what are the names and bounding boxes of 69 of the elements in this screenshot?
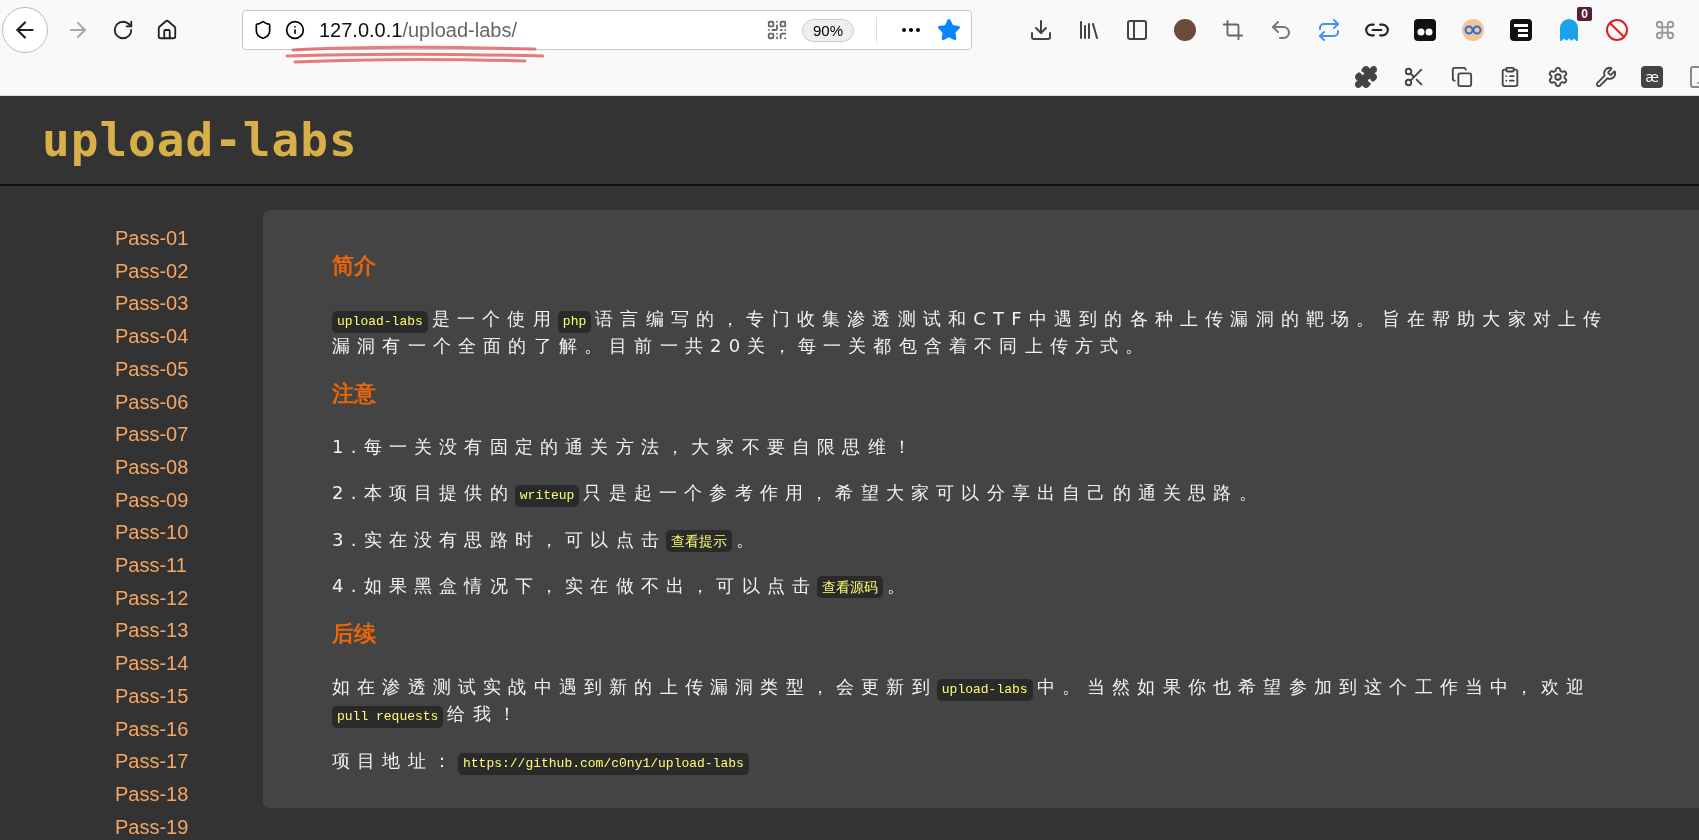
- pass-link[interactable]: Pass-13: [115, 614, 189, 648]
- section-heading: 注意: [332, 380, 377, 408]
- pass-link[interactable]: Pass-14: [115, 647, 189, 680]
- paragraph-text: 项目地址：: [332, 750, 458, 771]
- hint-button[interactable]: 查看源码: [817, 576, 884, 598]
- pass-link[interactable]: Pass-16: [115, 712, 189, 746]
- code-snippet: upload-labs: [936, 679, 1033, 701]
- site-logo[interactable]: upload-labs: [42, 113, 358, 167]
- ae-button[interactable]: æ: [1641, 66, 1663, 88]
- back-button[interactable]: [2, 7, 48, 53]
- pass-link[interactable]: Pass-11: [115, 549, 187, 582]
- download-icon[interactable]: [1028, 17, 1054, 43]
- pass-link[interactable]: Pass-05: [115, 352, 189, 386]
- pass-link[interactable]: Pass-15: [115, 679, 189, 713]
- badge-count: 0: [1577, 7, 1592, 21]
- paragraph-text: 1.每一关没有固定的通关方法，大家不要自限思维！: [332, 436, 918, 457]
- star-icon[interactable]: [937, 18, 961, 42]
- zoom-level[interactable]: 90%: [801, 18, 854, 42]
- paragraph-text: 。: [887, 575, 913, 596]
- pass-link[interactable]: Pass-09: [115, 483, 189, 517]
- paragraph-text: 2.本项目提供的: [332, 482, 515, 503]
- pass-link[interactable]: Pass-04: [115, 320, 189, 353]
- paragraph-text: 如在渗透测试实战中遇到新的上传漏洞类型，会更新到: [332, 676, 937, 697]
- pass-link[interactable]: Pass-06: [115, 385, 189, 419]
- address-bar[interactable]: 127.0.0.1/upload-labs/ 90%: [242, 10, 972, 50]
- paragraph-text: 给我！: [447, 703, 524, 724]
- home-icon: [156, 19, 178, 41]
- puzzle-icon[interactable]: [1353, 64, 1379, 90]
- code-snippet: writeup: [514, 485, 580, 507]
- reload-icon: [112, 19, 134, 41]
- sidebar-icon[interactable]: [1124, 17, 1150, 43]
- code-snippet: php: [557, 311, 592, 333]
- paragraph-text: 。: [736, 529, 762, 550]
- paragraph-text: 漏洞有一个全面的了解。目前一共20关，每一关都包含着不同上传方式。: [332, 335, 1151, 356]
- code-snippet: https://github.com/c0ny1/upload-labs: [458, 753, 749, 775]
- paragraph-text: 是一个使用: [431, 308, 558, 329]
- pass-link[interactable]: Pass-19: [115, 810, 189, 840]
- pass-link[interactable]: Pass-08: [115, 450, 189, 484]
- pass-link[interactable]: Pass-02: [115, 254, 189, 288]
- crop-icon[interactable]: [1220, 17, 1246, 43]
- paragraph-text: 只是起一个参考作用，希望大家可以分享出自己的通关思路。: [583, 482, 1264, 503]
- paragraph-text: 中。当然如果你也希望参加到这个工作当中，欢迎: [1036, 676, 1592, 697]
- pass-link[interactable]: Pass-12: [115, 581, 189, 615]
- blocked-icon[interactable]: [1604, 17, 1630, 43]
- section-heading: 简介: [332, 252, 377, 280]
- glasses-icon[interactable]: [1460, 17, 1486, 43]
- pass-link[interactable]: Pass-17: [115, 745, 189, 778]
- copy-icon[interactable]: [1449, 64, 1475, 90]
- pass-link[interactable]: Pass-01: [115, 222, 189, 255]
- section-heading: 后续: [332, 620, 377, 648]
- hint-button[interactable]: 查看提示: [666, 530, 732, 552]
- avatar-icon[interactable]: [1172, 17, 1198, 43]
- url-text: 127.0.0.1/upload-labs/: [319, 18, 518, 42]
- two-dots-icon[interactable]: [1412, 17, 1438, 43]
- info-icon: [285, 20, 305, 40]
- wrench-icon[interactable]: [1593, 64, 1619, 90]
- code-snippet: upload-labs: [332, 311, 428, 333]
- list-icon[interactable]: [1508, 17, 1534, 43]
- pass-link[interactable]: Pass-07: [115, 418, 189, 451]
- paragraph-text: 语言编写的，专门收集渗透测试和CTF中遇到的各种上传漏洞的靶场。旨在帮助大家对上传: [595, 308, 1609, 329]
- pass-link[interactable]: Pass-18: [115, 777, 189, 811]
- repeat-icon[interactable]: [1316, 17, 1342, 43]
- paragraph-text: 4.如果黑盒情况下，实在做不出，可以点击: [332, 575, 818, 596]
- shield-icon: [253, 20, 273, 40]
- qr-code-icon[interactable]: [765, 19, 788, 41]
- pass-link[interactable]: Pass-10: [115, 516, 189, 550]
- code-snippet: pull requests: [332, 706, 444, 728]
- pass-link[interactable]: Pass-03: [115, 287, 189, 321]
- paragraph-text: 3.实在没有思路时，可以点击: [332, 529, 666, 550]
